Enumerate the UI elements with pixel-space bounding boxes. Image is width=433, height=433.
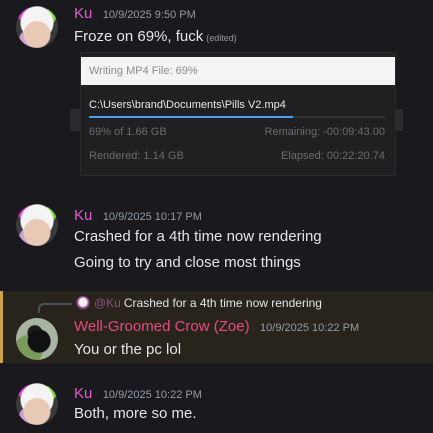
- image-backdrop-right: [396, 109, 403, 131]
- elapsed-text: Elapsed: 00:22:20.74: [281, 150, 385, 162]
- progress-text: 69% of 1.66 GB: [89, 126, 167, 138]
- remaining-text: Remaining: -00:09:43.00: [264, 126, 385, 138]
- avatar[interactable]: [16, 383, 58, 425]
- author-name[interactable]: Ku: [74, 207, 92, 224]
- render-stats-row-1: 69% of 1.66 GB Remaining: -00:09:43.00: [89, 126, 385, 138]
- reply-preview[interactable]: @Ku Crashed for a 4th time now rendering: [76, 296, 322, 310]
- message-line: Froze on 69%, fuck: [74, 28, 204, 45]
- edited-label: (edited): [206, 33, 237, 43]
- message-line: You or the pc lol: [74, 341, 182, 358]
- attachment-image[interactable]: Writing MP4 File: 69% C:\Users\brand\Doc…: [80, 52, 396, 176]
- message-header: Ku 10/9/2025 9:50 PM: [74, 5, 196, 23]
- message-line: Crashed for a 4th time now rendering: [74, 228, 322, 245]
- timestamp: 10/9/2025 10:17 PM: [102, 211, 202, 223]
- reply-avatar: [76, 296, 90, 310]
- render-stats-row-2: Rendered: 1.14 GB Elapsed: 00:22:20.74: [89, 150, 385, 162]
- avatar[interactable]: [16, 204, 58, 246]
- author-name[interactable]: Well-Groomed Crow (Zoe): [74, 318, 250, 335]
- message-line: Going to try and close most things: [74, 254, 301, 271]
- reply-connector: [38, 303, 72, 313]
- reply-quoted-text: Crashed for a 4th time now rendering: [123, 296, 322, 310]
- message-line: Both, more so me.: [74, 405, 197, 422]
- reply-mention: @Ku: [94, 296, 121, 310]
- message-text: Froze on 69%, fuck (edited): [74, 28, 237, 45]
- render-progress-fill: [89, 116, 294, 118]
- author-name[interactable]: Ku: [74, 385, 92, 402]
- avatar[interactable]: [16, 6, 58, 48]
- image-backdrop-left: [70, 109, 80, 131]
- message-header: Well-Groomed Crow (Zoe) 10/9/2025 10:22 …: [74, 318, 359, 336]
- render-window-title: Writing MP4 File: 69%: [81, 57, 395, 85]
- timestamp: 10/9/2025 9:50 PM: [102, 9, 196, 21]
- render-output-path: C:\Users\brand\Documents\Pills V2.mp4: [89, 99, 286, 111]
- message-header: Ku 10/9/2025 10:22 PM: [74, 385, 202, 403]
- avatar[interactable]: [16, 318, 58, 360]
- timestamp: 10/9/2025 10:22 PM: [102, 389, 202, 401]
- timestamp: 10/9/2025 10:22 PM: [260, 322, 360, 334]
- message-header: Ku 10/9/2025 10:17 PM: [74, 207, 202, 225]
- rendered-text: Rendered: 1.14 GB: [89, 150, 184, 162]
- render-progress-bar: [89, 116, 385, 118]
- author-name[interactable]: Ku: [74, 5, 92, 22]
